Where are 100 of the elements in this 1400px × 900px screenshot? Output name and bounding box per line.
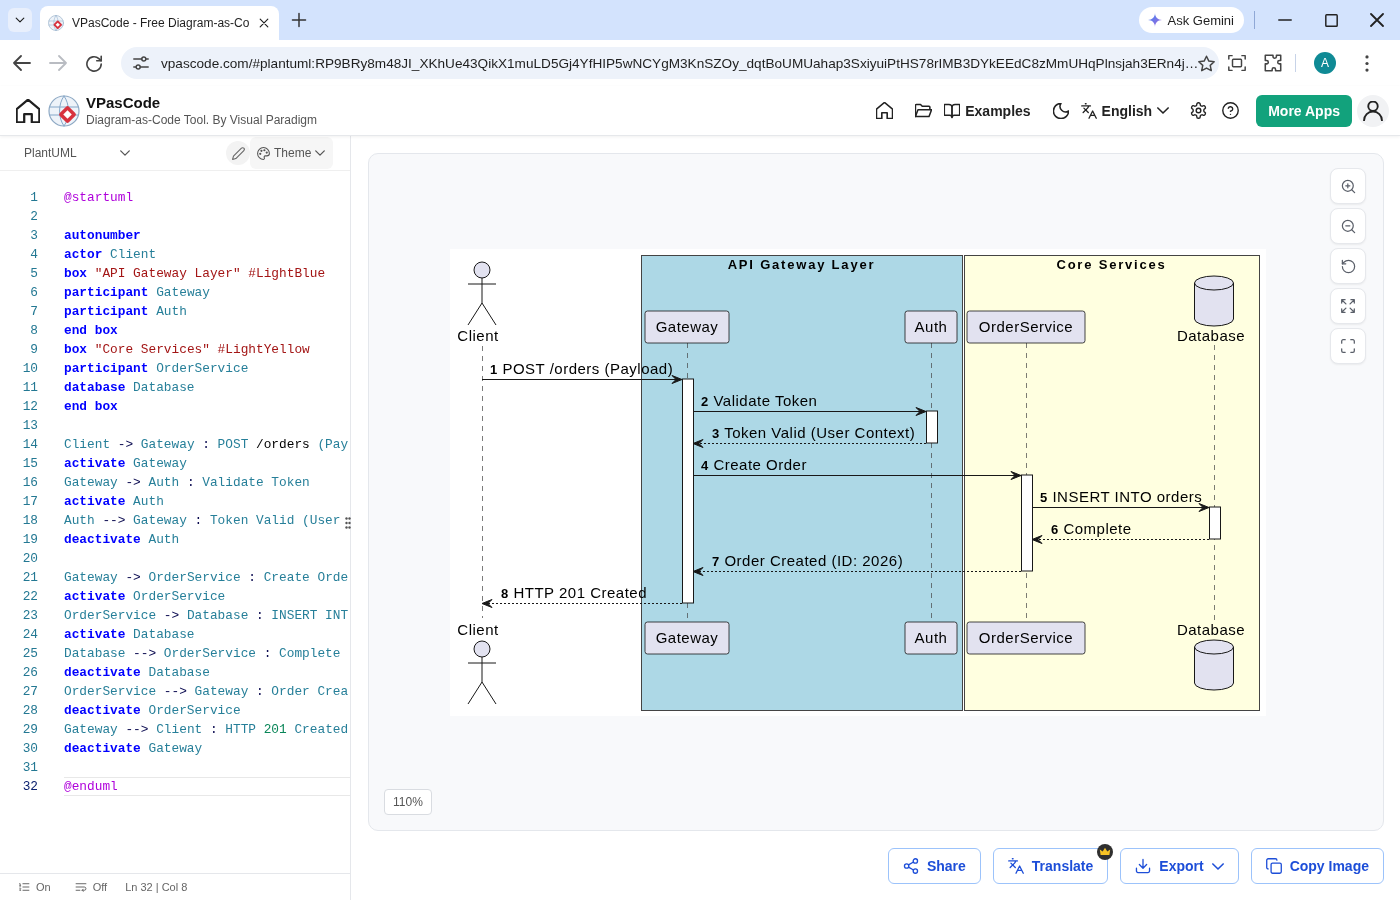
database-icon xyxy=(1194,639,1234,691)
line-number: 29 xyxy=(21,722,38,737)
folder-icon[interactable] xyxy=(915,102,933,119)
account-button[interactable] xyxy=(1357,94,1389,127)
line-number: 13 xyxy=(21,418,38,433)
database-icon xyxy=(1194,275,1234,327)
language-select[interactable]: PlantUML xyxy=(24,146,130,160)
moon-icon[interactable] xyxy=(1052,102,1069,119)
actor-icon xyxy=(467,640,497,705)
code-line: end box xyxy=(64,398,118,416)
activation-bar xyxy=(926,410,938,444)
download-icon xyxy=(1135,858,1152,874)
line-number: 23 xyxy=(21,608,38,623)
line-number: 16 xyxy=(21,475,38,490)
edit-button[interactable] xyxy=(226,141,250,165)
code-line: participant Gateway xyxy=(64,284,210,302)
message-label: 4 Create Order xyxy=(701,455,807,473)
code-line: @enduml xyxy=(64,777,350,796)
line-number: 6 xyxy=(29,285,38,300)
close-icon[interactable] xyxy=(1370,13,1384,27)
line-number: 21 xyxy=(21,570,38,585)
code-line: deactivate OrderService xyxy=(64,702,241,720)
rotate-icon xyxy=(1340,258,1356,274)
line-numbers-toggle[interactable]: On xyxy=(18,881,51,893)
plus-icon[interactable] xyxy=(290,11,309,29)
line-number: 19 xyxy=(21,532,38,547)
line-number: 28 xyxy=(21,703,38,718)
line-number: 7 xyxy=(29,304,38,319)
line-number: 32 xyxy=(21,779,38,794)
activation-bar xyxy=(1209,506,1221,540)
settings-icon[interactable] xyxy=(1190,102,1208,119)
line-number: 26 xyxy=(21,665,38,680)
word-wrap-toggle[interactable]: Off xyxy=(74,881,108,893)
participant-box: OrderService xyxy=(966,310,1086,344)
participant-box: Auth xyxy=(904,310,958,344)
puzzle-icon[interactable] xyxy=(1264,54,1282,72)
home-icon[interactable] xyxy=(876,102,894,119)
favicon-icon xyxy=(48,15,64,31)
code-line: OrderService -> Database : INSERT INT xyxy=(64,607,349,625)
chevron-down-icon xyxy=(1157,107,1170,114)
line-number: 9 xyxy=(29,342,38,357)
code-line: Database --> OrderService : Complete xyxy=(64,645,341,663)
palette-icon xyxy=(257,146,270,160)
help-icon[interactable] xyxy=(1222,102,1240,119)
code-line: activate Gateway xyxy=(64,455,187,473)
grip-icon[interactable] xyxy=(345,517,351,529)
home-icon[interactable] xyxy=(16,98,40,123)
code-line: actor Client xyxy=(64,246,157,264)
reset-button[interactable] xyxy=(1330,248,1366,284)
message-label: 7 Order Created (ID: 2026) xyxy=(712,551,904,569)
translate-icon xyxy=(1007,858,1024,874)
message-label: 5 INSERT INTO orders xyxy=(1040,487,1203,505)
code-line: autonumber xyxy=(64,227,141,245)
share-icon xyxy=(902,858,919,874)
code-line: participant OrderService xyxy=(64,360,249,378)
code-line: Client -> Gateway : POST /orders (Pay xyxy=(64,436,349,454)
zoom-in-icon xyxy=(1340,178,1356,194)
cursor-position: Ln 32 | Col 8 xyxy=(125,881,188,893)
zoom-out-icon xyxy=(1340,218,1356,234)
code-line: deactivate Gateway xyxy=(64,740,203,758)
line-number: 17 xyxy=(21,494,38,509)
examples-button[interactable]: Examples xyxy=(944,102,1031,119)
star-icon[interactable] xyxy=(1198,54,1216,72)
url-text: vpascode.com/#plantuml:RP9BRy8m48JI_XKhUe43QikX1muLD5Gj4YfHIP5wNCYgM3KnSZOy_dqtBoUMUahap3SxiyuiPtHS78rIMB3DYkEEdC8zMmUHqPlnsjah3ERn4j… xyxy=(161,55,1199,71)
maximize-icon[interactable] xyxy=(1324,13,1338,27)
copy-icon xyxy=(1265,858,1282,874)
fit-button[interactable] xyxy=(1330,288,1366,324)
line-number: 14 xyxy=(21,437,38,452)
chevron-down-icon xyxy=(120,150,130,156)
app-tagline: Diagram-as-Code Tool. By Visual Paradigm xyxy=(86,113,317,127)
message-label: 2 Validate Token xyxy=(701,391,818,409)
code-line: OrderService --> Gateway : Order Crea xyxy=(64,683,349,701)
code-line: @startuml xyxy=(64,189,134,207)
export-button[interactable]: Export xyxy=(1120,848,1239,884)
browser-tab[interactable]: VPasCode - Free Diagram-as-Co xyxy=(40,6,280,40)
ask-gemini-button[interactable]: Ask Gemini xyxy=(1138,7,1244,33)
profile-avatar[interactable]: A xyxy=(1314,52,1336,74)
capture-icon[interactable] xyxy=(1228,54,1246,72)
theme-button[interactable]: Theme xyxy=(250,137,333,169)
copy-button[interactable]: Copy Image xyxy=(1250,848,1384,884)
line-number: 27 xyxy=(21,684,38,699)
zoom-out-button[interactable] xyxy=(1330,208,1366,244)
fullscreen-button[interactable] xyxy=(1330,328,1366,364)
zoom-in-button[interactable] xyxy=(1330,168,1366,204)
menu-icon[interactable] xyxy=(1365,54,1369,72)
reload-icon[interactable] xyxy=(85,54,103,72)
user-icon xyxy=(1363,100,1383,121)
share-button[interactable]: Share xyxy=(887,848,981,884)
participant-box: Auth xyxy=(904,621,958,655)
language-dropdown[interactable]: English xyxy=(1080,102,1170,119)
line-number: 4 xyxy=(29,247,38,262)
back-arrow-icon[interactable] xyxy=(13,54,31,72)
line-number: 30 xyxy=(21,741,38,756)
address-bar[interactable]: vpascode.com/#plantuml:RP9BRy8m48JI_XKhUe43QikX1muLD5Gj4YfHIP5wNCYgM3KnSZOy_dqtBoUMUahap3SxiyuiPtHS78rIMB3DYkEEdC8zMmUHqPlnsjah3ERn4j… xyxy=(121,47,1219,79)
sliders-icon[interactable] xyxy=(133,55,149,71)
code-line: database Database xyxy=(64,379,195,397)
message-label: 3 Token Valid (User Context) xyxy=(712,423,916,441)
line-number: 31 xyxy=(21,760,38,775)
line-number: 25 xyxy=(21,646,38,661)
actor-icon xyxy=(467,261,497,326)
